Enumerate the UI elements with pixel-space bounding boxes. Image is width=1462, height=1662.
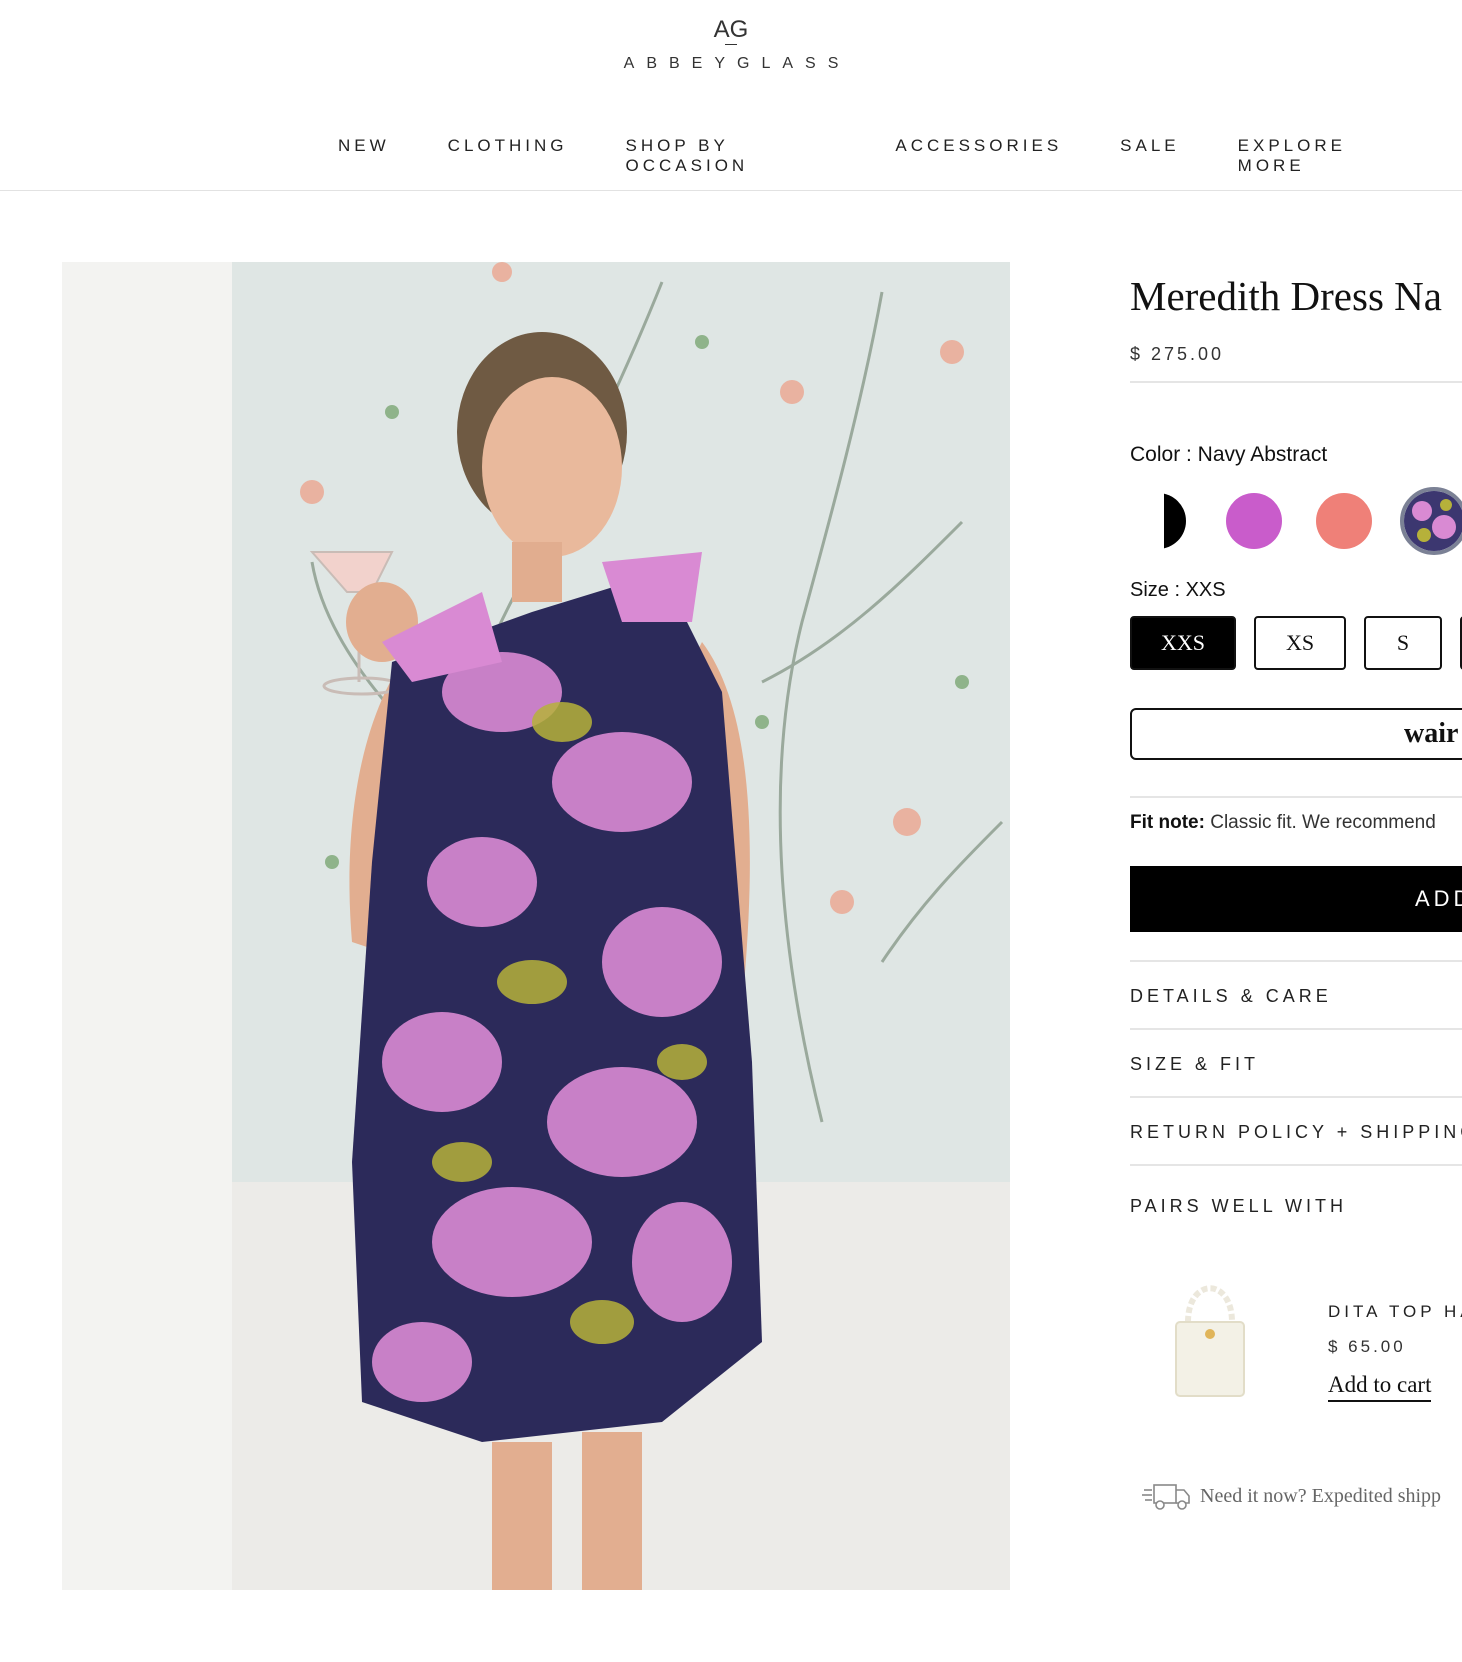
product-info: Meredith Dress Na $ 275.00 Color : Navy …: [1130, 262, 1462, 1510]
swatch-black[interactable]: [1130, 493, 1186, 549]
nav-new[interactable]: NEW: [338, 136, 390, 176]
wair-logo: wair: [1404, 718, 1459, 749]
fit-note: Fit note: Classic fit. We recommend: [1130, 812, 1436, 834]
divider: [1130, 1028, 1462, 1030]
divider: [1130, 1096, 1462, 1098]
nav-clothing[interactable]: CLOTHING: [448, 136, 568, 176]
pair-add-to-cart-link[interactable]: Add to cart: [1328, 1372, 1432, 1402]
swatch-magenta[interactable]: [1226, 493, 1282, 549]
accordion-details-care[interactable]: DETAILS & CARE: [1130, 986, 1462, 1007]
wair-fit-button[interactable]: wair: [1130, 708, 1462, 760]
shipping-note-text: Need it now? Expedited shipp: [1200, 1484, 1442, 1507]
swatch-navy-abstract-selected[interactable]: [1400, 487, 1462, 555]
site-header: AG ABBEYGLASS NEW CLOTHING SHOP BY OCCAS…: [0, 0, 1462, 191]
delivery-truck-icon: [1142, 1484, 1190, 1510]
nav-accessories[interactable]: ACCESSORIES: [895, 136, 1062, 176]
add-to-cart-button[interactable]: ADD: [1130, 866, 1462, 932]
size-button-s[interactable]: S: [1364, 616, 1442, 670]
pair-product-price: $ 65.00: [1328, 1337, 1406, 1356]
logo-mark: AG: [713, 16, 749, 43]
main-nav: NEW CLOTHING SHOP BY OCCASION ACCESSORIE…: [338, 136, 1462, 176]
nav-sale[interactable]: SALE: [1120, 136, 1179, 176]
size-button-xs[interactable]: XS: [1254, 616, 1346, 670]
nav-explore-more[interactable]: EXPLORE MORE: [1238, 136, 1404, 176]
color-swatches: [1130, 485, 1462, 557]
pairs-heading: PAIRS WELL WITH: [1130, 1196, 1348, 1216]
size-label: Size : XXS: [1130, 579, 1226, 601]
shipping-note: Need it now? Expedited shipp: [1142, 1480, 1441, 1512]
product-price: $ 275.00: [1130, 344, 1225, 364]
accordion-return-policy[interactable]: RETURN POLICY + SHIPPING P: [1130, 1122, 1462, 1143]
add-to-cart-label: ADD: [1415, 886, 1462, 911]
divider: [1130, 1164, 1462, 1166]
size-button-xxs[interactable]: XXS: [1130, 616, 1236, 670]
brand-logo[interactable]: AG ABBEYGLASS: [0, 18, 1462, 73]
accordion-size-fit[interactable]: SIZE & FIT: [1130, 1054, 1462, 1075]
product-title: Meredith Dress Na: [1130, 273, 1442, 319]
pair-product-image[interactable]: [1160, 1272, 1260, 1402]
divider: [1130, 960, 1462, 962]
divider: [1130, 381, 1462, 383]
fit-note-text: Classic fit. We recommend: [1204, 812, 1436, 833]
fit-note-label: Fit note:: [1130, 812, 1205, 833]
color-label: Color : Navy Abstract: [1130, 443, 1328, 466]
logo-bar: [725, 44, 737, 45]
size-options: XXS XS S: [1130, 616, 1462, 676]
nav-shop-by-occasion[interactable]: SHOP BY OCCASION: [626, 136, 838, 176]
pair-product-name[interactable]: DITA TOP HA: [1328, 1302, 1462, 1322]
logo-wordmark: ABBEYGLASS: [623, 55, 851, 72]
product-image[interactable]: [62, 262, 1010, 1590]
divider: [1130, 796, 1462, 798]
swatch-coral[interactable]: [1316, 493, 1372, 549]
